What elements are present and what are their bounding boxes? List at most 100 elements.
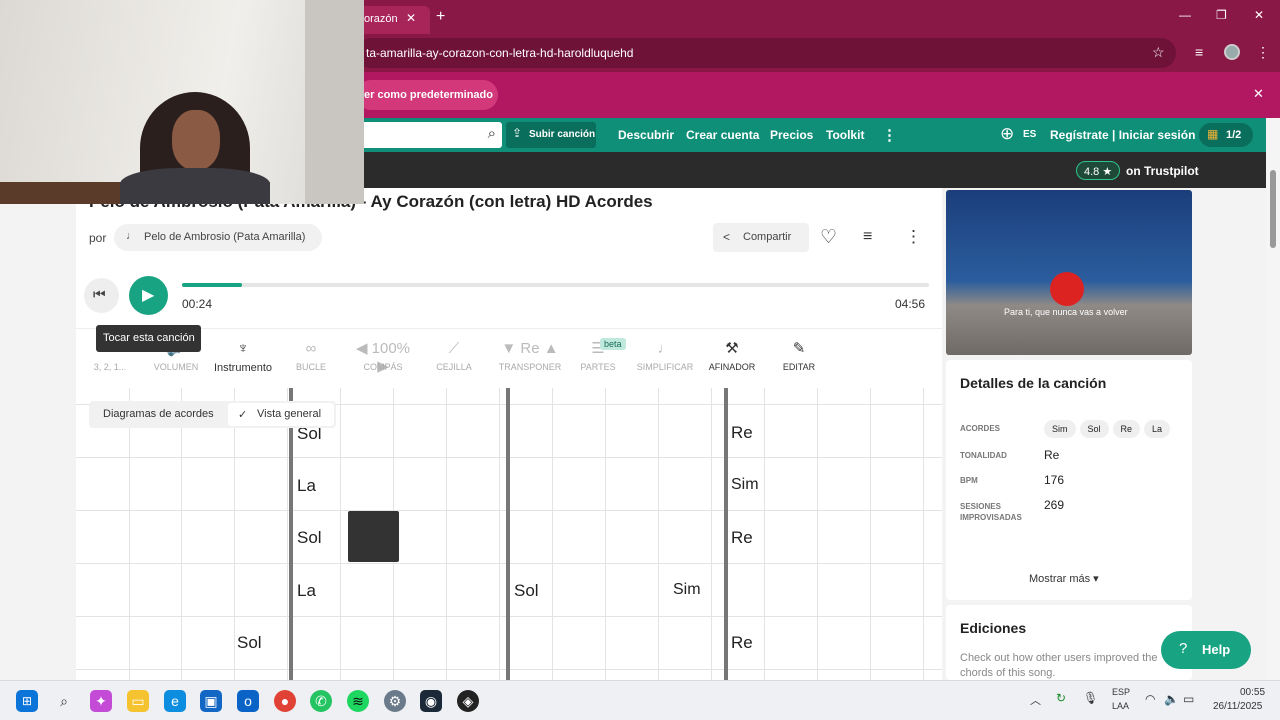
search-icon[interactable]: ⌕	[488, 125, 496, 142]
show-more-button[interactable]: Mostrar más ▾	[1029, 572, 1099, 585]
chord-pill[interactable]: Sim	[1044, 420, 1076, 438]
maximize-icon[interactable]: ❐	[1216, 8, 1227, 22]
settings-icon[interactable]: ⚙	[384, 690, 406, 712]
language-indicator[interactable]: ESP	[1112, 687, 1130, 697]
grid-column-line	[181, 388, 182, 680]
outlook-icon[interactable]: o	[237, 690, 259, 712]
address-bar[interactable]: ta-amarilla-ay-corazon-con-letra-hd-haro…	[356, 38, 1176, 68]
chord-pill[interactable]: La	[1144, 420, 1171, 438]
minimize-icon[interactable]: —	[1179, 8, 1191, 22]
toolbar-item-afinador[interactable]: ⚒ AFINADOR	[702, 340, 762, 372]
toolbar-icon: ♩	[657, 340, 673, 357]
trustpilot-text[interactable]: on Trustpilot	[1126, 164, 1199, 178]
close-tab-icon[interactable]: ✕	[406, 11, 416, 25]
play-button[interactable]: ▶	[129, 276, 168, 315]
new-tab-icon[interactable]: +	[436, 8, 445, 26]
chord-pill[interactable]: Sol	[1079, 420, 1109, 438]
copilot-icon[interactable]: ✦	[90, 690, 112, 712]
chord-label[interactable]: Re	[731, 633, 753, 653]
register-login-link[interactable]: Regístrate | Iniciar sesión	[1050, 128, 1195, 142]
help-button[interactable]: ? Help	[1161, 631, 1251, 669]
bookmark-star-icon[interactable]: ☆	[1152, 44, 1165, 61]
edge-icon[interactable]: e	[164, 690, 186, 712]
whatsapp-icon[interactable]: ✆	[310, 690, 332, 712]
favorite-heart-icon[interactable]: ♡	[820, 226, 837, 249]
sync-icon[interactable]: ↻	[1056, 691, 1066, 705]
restart-button[interactable]: ⏮	[84, 278, 119, 313]
gift-button[interactable]: ▦ 1/2	[1199, 123, 1253, 147]
chord-pill[interactable]: Re	[1112, 420, 1141, 438]
volume-icon[interactable]: 🔈	[1164, 692, 1179, 706]
chord-label[interactable]: La	[297, 476, 316, 496]
artist-chip[interactable]: ♩ Pelo de Ambrosio (Pata Amarilla)	[114, 224, 322, 251]
gift-count: 1/2	[1226, 129, 1242, 141]
windows-start-icon[interactable]: ⊞	[16, 690, 38, 712]
overview-label: Vista general	[257, 408, 322, 420]
app-icon[interactable]: ◈	[457, 690, 479, 712]
share-icon: <	[723, 230, 731, 244]
share-button[interactable]: < Compartir	[713, 223, 809, 252]
chord-diagrams-toggle[interactable]: Diagramas de acordes	[103, 408, 214, 420]
toolbar-item-bucle[interactable]: ∞ BUCLE	[281, 340, 341, 372]
chord-label[interactable]: Sol	[237, 633, 262, 653]
nav-toolkit[interactable]: Toolkit	[826, 128, 864, 142]
chord-label[interactable]: La	[297, 581, 316, 601]
more-menu-icon[interactable]: ⋮	[882, 126, 897, 144]
clock-time[interactable]: 00:55	[1240, 687, 1265, 698]
upload-song-button[interactable]: ⇪ Subir canción	[506, 122, 596, 148]
toolbar-item-compás[interactable]: ◀ 100% ▶ COMPÁS	[349, 340, 417, 375]
nav-prices[interactable]: Precios	[770, 128, 813, 142]
toolbar-item-simplificar[interactable]: ♩ SIMPLIFICAR	[635, 340, 695, 372]
battery-icon[interactable]: ▭	[1183, 692, 1194, 706]
steam-icon[interactable]: ◉	[420, 690, 442, 712]
search-taskbar-icon[interactable]: ⌕	[53, 690, 75, 712]
webcam-person-face	[172, 110, 220, 170]
file-explorer-icon[interactable]: ▭	[127, 690, 149, 712]
toolbar-icon: ⟋	[448, 340, 460, 357]
toolbar-item-transponer[interactable]: ▼ Re ▲ TRANSPONER	[496, 340, 564, 372]
toolbar-label: TRANSPONER	[498, 362, 562, 372]
trustpilot-badge[interactable]: 4.8 ★	[1076, 161, 1120, 180]
current-time: 00:24	[182, 297, 213, 311]
browser-tab[interactable]: orazón ✕	[356, 6, 430, 34]
wifi-icon[interactable]: ◠	[1145, 692, 1155, 706]
search-input[interactable]: ⌕	[356, 122, 502, 148]
microphone-icon[interactable]: 🎙	[1083, 691, 1098, 705]
store-icon[interactable]: ▣	[200, 690, 222, 712]
overview-toggle[interactable]: ✓ Vista general	[228, 403, 334, 426]
toolbar-item-cejilla[interactable]: ⟋ CEJILLA	[424, 340, 484, 372]
nav-create-account[interactable]: Crear cuenta	[686, 128, 759, 142]
globe-icon[interactable]: ⊕	[1000, 124, 1014, 144]
infobar-close-icon[interactable]: ✕	[1253, 86, 1264, 102]
keyboard-layout[interactable]: LAA	[1112, 701, 1129, 711]
spotify-icon[interactable]: ≋	[347, 690, 369, 712]
language-label[interactable]: ES	[1023, 129, 1036, 140]
chord-label[interactable]: Sim	[731, 476, 759, 494]
chord-label[interactable]: Sol	[514, 581, 539, 601]
editions-card: Ediciones Check out how other users impr…	[946, 605, 1192, 680]
chrome-icon[interactable]: ●	[274, 690, 296, 712]
toolbar-item-editar[interactable]: ✎ EDITAR	[769, 340, 829, 372]
page-scrollbar[interactable]	[1266, 118, 1280, 680]
clock-date[interactable]: 26/11/2025	[1213, 701, 1262, 712]
progress-track[interactable]	[182, 283, 929, 287]
set-default-button[interactable]: er como predeterminado	[356, 80, 498, 110]
chord-label[interactable]: Re	[731, 423, 753, 443]
upload-label: Subir canción	[529, 129, 596, 140]
chord-label[interactable]: Sol	[297, 528, 322, 548]
toolbar-item-instrumento[interactable]: ♆ Instrumento	[213, 340, 273, 374]
video-player[interactable]: Para ti, que nunca vas a volver	[946, 190, 1192, 355]
toolbar-icon: ∞	[305, 340, 317, 357]
close-window-icon[interactable]: ✕	[1254, 8, 1264, 22]
profile-avatar-icon[interactable]	[1224, 44, 1240, 60]
browser-menu-icon[interactable]: ⋮	[1256, 44, 1270, 61]
chord-label[interactable]: Sim	[673, 581, 701, 599]
by-label: por	[89, 231, 107, 245]
tray-chevron-icon[interactable]: ︿	[1030, 692, 1041, 708]
chord-label[interactable]: Re	[731, 528, 753, 548]
scrollbar-thumb[interactable]	[1270, 170, 1276, 248]
add-to-playlist-icon[interactable]: ≡	[863, 228, 872, 246]
reading-list-icon[interactable]: ≡	[1195, 44, 1203, 60]
nav-discover[interactable]: Descubrir	[618, 128, 674, 142]
more-options-icon[interactable]: ⋮	[905, 227, 922, 247]
